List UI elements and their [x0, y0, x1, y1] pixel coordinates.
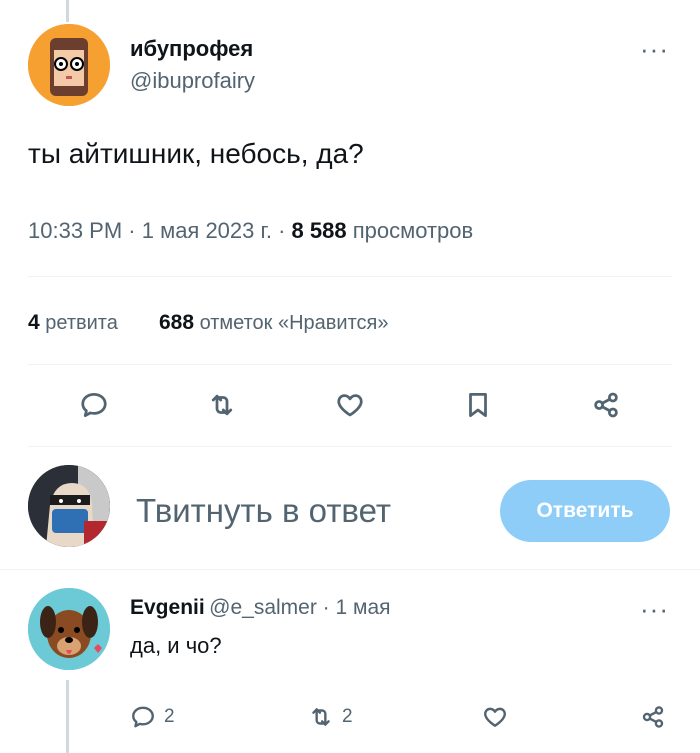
reply-author-handle[interactable]: @e_salmer · 1 мая [209, 596, 390, 619]
reply-more-options-icon[interactable]: ··· [640, 596, 669, 622]
author-name[interactable]: ибупрофея [130, 36, 253, 62]
more-options-icon[interactable]: ··· [640, 36, 669, 62]
author-handle[interactable]: @ibuprofairy [130, 68, 255, 94]
reply-submit-button[interactable]: Ответить [500, 480, 670, 542]
like-icon[interactable] [330, 385, 370, 425]
bookmark-icon[interactable] [458, 385, 498, 425]
reply-action-share[interactable] [640, 704, 666, 730]
tweet-text: ты айтишник, небось, да? [28, 138, 364, 169]
thread-line-top [66, 0, 69, 22]
share-icon [642, 706, 664, 728]
current-user-avatar[interactable] [28, 465, 110, 547]
divider [28, 276, 672, 277]
retweet-icon [312, 708, 330, 726]
divider [28, 446, 672, 447]
likes-stat[interactable]: 688 отметок «Нравится» [158, 311, 389, 334]
thread-line-bottom [66, 680, 69, 753]
reply-author-name[interactable]: Evgenii [130, 596, 205, 619]
reply-action-retweet[interactable]: 2 [308, 704, 353, 730]
tweet-timestamp[interactable]: 10:33 PM · 1 мая 2023 г. · [28, 218, 292, 243]
masked-character-avatar-icon [28, 465, 110, 547]
divider [0, 569, 700, 570]
retweet-icon[interactable] [202, 385, 242, 425]
reply-action-like[interactable] [482, 704, 508, 730]
reply-text: да, и чо? [130, 633, 222, 658]
retweets-label: ретвита [39, 312, 118, 334]
retweets-count: 4 [28, 311, 40, 334]
reply-count: 2 [164, 706, 175, 727]
reply-icon [132, 706, 154, 728]
tweet-stats: 4 ретвита 688 отметок «Нравится» [28, 311, 389, 335]
reply-icon[interactable] [74, 385, 114, 425]
author-avatar[interactable] [28, 24, 110, 106]
reply-author-avatar[interactable] [28, 588, 110, 670]
retweet-count: 2 [342, 706, 353, 727]
retweets-stat[interactable]: 4 ретвита [28, 311, 118, 334]
reply-action-reply[interactable]: 2 [130, 704, 175, 730]
tweet-meta: 10:33 PM · 1 мая 2023 г. · 8 588 просмот… [28, 218, 473, 244]
reply-input[interactable]: Твитнуть в ответ [136, 492, 391, 530]
pixel-avatar-icon [28, 24, 110, 106]
dog-avatar-icon [28, 588, 110, 670]
reply-header: Evgenii @e_salmer · 1 мая [130, 596, 391, 620]
likes-label: отметок «Нравится» [194, 312, 389, 334]
divider [28, 364, 672, 365]
views-label: просмотров [346, 218, 474, 243]
like-icon [484, 707, 506, 727]
likes-count: 688 [158, 311, 195, 334]
views-count: 8 588 [291, 218, 347, 243]
share-icon[interactable] [586, 385, 626, 425]
